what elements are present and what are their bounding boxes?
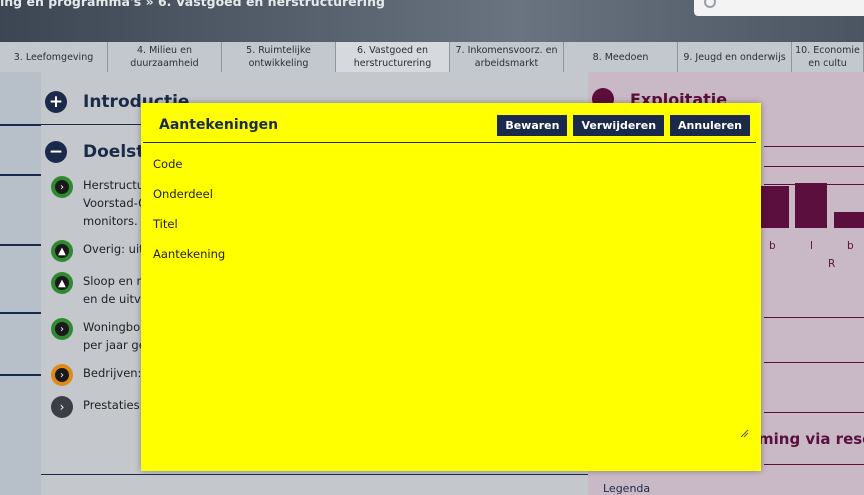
goal-text: Overig: uit	[83, 242, 144, 256]
goal-item: Bedrijven:	[83, 364, 141, 382]
chart-bar	[795, 183, 827, 228]
chevron-right-icon[interactable]: ›	[51, 396, 73, 418]
code-label: Code	[153, 157, 183, 171]
section-title[interactable]: ming via rese	[758, 430, 864, 448]
status-arrow-icon: ›	[51, 318, 73, 340]
goal-text: monitors.	[83, 214, 138, 228]
notes-dialog: Aantekeningen Bewaren Verwijderen Annule…	[141, 103, 761, 471]
titel-label: Titel	[153, 217, 178, 231]
chart-label: l	[810, 240, 813, 252]
tab-meedoen[interactable]: 8. Meedoen	[564, 42, 678, 72]
dialog-title: Aantekeningen	[159, 117, 279, 133]
divider	[0, 244, 41, 246]
chart-label: R	[828, 258, 836, 270]
divider	[0, 374, 41, 376]
tab-milieu[interactable]: 4. Milieu en duurzaamheid	[108, 42, 222, 72]
gridline	[764, 166, 864, 167]
goal-item: Sloop en n en de uitve	[83, 272, 148, 308]
search-icon[interactable]	[704, 0, 716, 8]
divider	[764, 464, 864, 465]
goal-text: Woningbou	[83, 320, 148, 334]
goal-item[interactable]: Prestaties	[83, 396, 140, 414]
tab-leefomgeving[interactable]: 3. Leefomgeving	[0, 42, 108, 72]
status-thumbs-up-icon: ▲	[51, 272, 73, 294]
chapter-tabs: 3. Leefomgeving 4. Milieu en duurzaamhei…	[0, 42, 864, 72]
divider	[143, 142, 756, 143]
divider	[41, 474, 588, 475]
left-sidebar	[0, 72, 41, 495]
goal-item: Overig: uit	[83, 240, 144, 258]
chart-bar	[834, 212, 864, 228]
goal-text: Herstructu	[83, 178, 145, 192]
gridline	[764, 146, 864, 147]
site-header: ing en programma's » 6. Vastgoed en hers…	[0, 0, 864, 42]
delete-button[interactable]: Verwijderen	[573, 115, 665, 136]
resize-handle-icon[interactable]	[740, 429, 749, 438]
tab-ruimtelijke-ontwikkeling[interactable]: 5. Ruimtelijke ontwikkeling	[222, 42, 336, 72]
cancel-button[interactable]: Annuleren	[670, 115, 750, 136]
status-arrow-icon: ›	[51, 364, 73, 386]
chart-label: b	[847, 240, 854, 252]
goal-text: en de uitve	[83, 292, 148, 306]
goal-text: Bedrijven:	[83, 366, 142, 380]
collapse-icon[interactable]: −	[45, 141, 67, 163]
divider	[0, 174, 41, 176]
divider	[764, 412, 864, 413]
goal-text: Voorstad-O	[83, 196, 148, 210]
section-doelstellingen[interactable]: − Doelste	[45, 140, 156, 164]
goal-text: Prestaties	[83, 398, 140, 412]
chart-bar	[761, 186, 789, 228]
goal-text: per jaar ge	[83, 338, 146, 352]
divider	[0, 124, 41, 126]
divider	[764, 362, 864, 363]
aantekening-label: Aantekening	[153, 247, 226, 261]
goal-item: Herstructu Voorstad-O monitors.	[83, 176, 147, 230]
divider	[764, 317, 864, 318]
tab-jeugd-onderwijs[interactable]: 9. Jeugd en onderwijs	[678, 42, 792, 72]
dialog-actions: Bewaren Verwijderen Annuleren	[497, 115, 750, 136]
onderdeel-label: Onderdeel	[153, 187, 213, 201]
breadcrumb[interactable]: ing en programma's » 6. Vastgoed en hers…	[0, 0, 385, 9]
status-thumbs-up-icon: ▲	[51, 240, 73, 262]
goal-item: Woningbou per jaar ge	[83, 318, 147, 354]
tab-inkomensvoorz[interactable]: 7. Inkomensvoorz. en arbeidsmarkt	[450, 42, 564, 72]
tab-economie[interactable]: 10. Economie en cultu	[792, 42, 864, 72]
divider	[0, 312, 41, 314]
search-box[interactable]	[694, 0, 864, 16]
save-button[interactable]: Bewaren	[497, 115, 568, 136]
goal-text: Sloop en n	[83, 274, 144, 288]
expand-icon[interactable]: +	[45, 91, 67, 113]
tab-vastgoed[interactable]: 6. Vastgoed en herstructurering	[336, 42, 450, 72]
legend-link[interactable]: Legenda	[603, 482, 650, 495]
chart-label: b	[769, 240, 776, 252]
status-thumbs-up-icon: ›	[51, 176, 73, 198]
